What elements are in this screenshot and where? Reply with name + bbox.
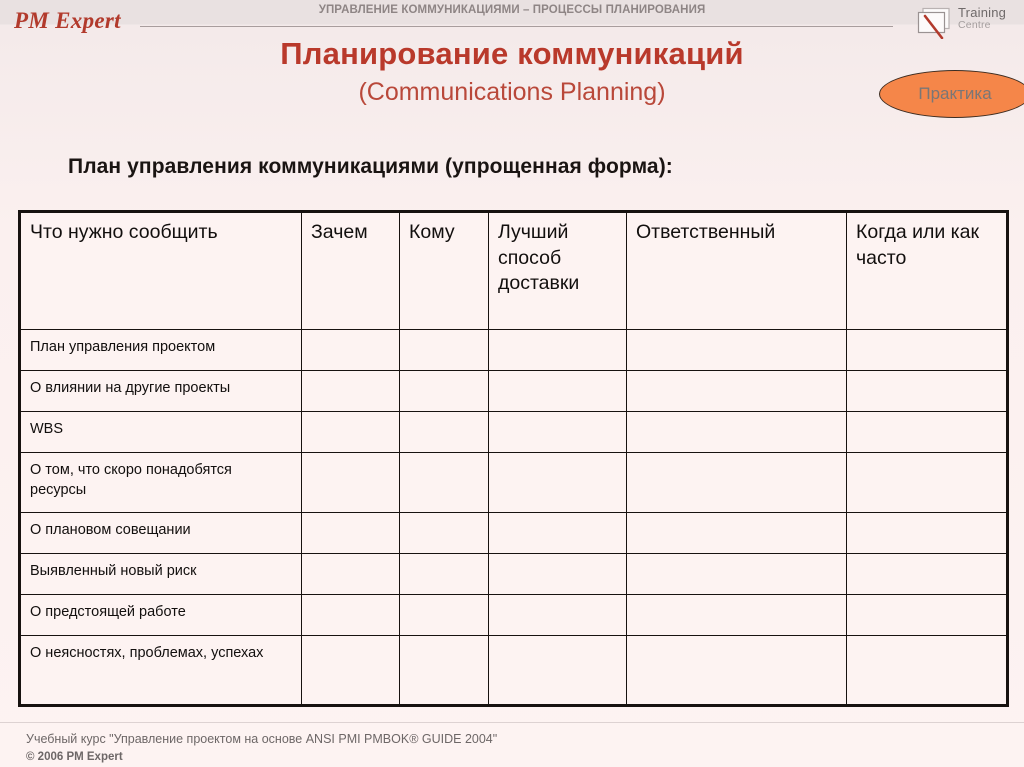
cell-whom[interactable] [399,329,489,371]
cell-when[interactable] [846,411,1008,453]
table-row: О предстоящей работе [19,594,1008,636]
slide-footer: Учебный курс "Управление проектом на осн… [26,730,497,766]
table-row: О том, что скоро понадобятся ресурсы [19,452,1008,513]
cell-whom[interactable] [399,553,489,595]
cell-method[interactable] [488,594,627,636]
cell-when[interactable] [846,512,1008,554]
communications-plan-table-wrapper: Что нужно сообщить Зачем Кому Лучший спо… [18,210,1009,707]
cell-whom[interactable] [399,512,489,554]
cell-method[interactable] [488,370,627,412]
cell-why[interactable] [301,452,400,513]
cell-method[interactable] [488,452,627,513]
cell-responsible[interactable] [626,452,847,513]
cell-whom[interactable] [399,370,489,412]
cell-method[interactable] [488,635,627,706]
cell-why[interactable] [301,553,400,595]
row-label: О плановом совещании [19,512,302,554]
cell-method[interactable] [488,512,627,554]
row-label: План управления проектом [19,329,302,371]
table-row: О плановом совещании [19,512,1008,554]
cell-why[interactable] [301,635,400,706]
logo-line-centre: Centre [958,18,991,31]
column-header-what: Что нужно сообщить [19,211,302,330]
cell-method[interactable] [488,553,627,595]
cell-method[interactable] [488,329,627,371]
table-row: Выявленный новый риск [19,553,1008,595]
pm-expert-logo: PM Expert [14,8,121,33]
footer-divider [0,722,1024,723]
cell-when[interactable] [846,452,1008,513]
table-row: О влиянии на другие проекты [19,370,1008,412]
row-label: Выявленный новый риск [19,553,302,595]
table-row: WBS [19,411,1008,453]
cell-why[interactable] [301,329,400,371]
cell-responsible[interactable] [626,594,847,636]
row-label: О предстоящей работе [19,594,302,636]
page-subtitle-en: (Communications Planning) [358,78,666,106]
flipchart-pen-icon [917,7,950,39]
cell-when[interactable] [846,553,1008,595]
row-label: О том, что скоро понадобятся ресурсы [19,452,302,513]
column-header-why: Зачем [301,211,400,330]
column-header-responsible: Ответственный [626,211,847,330]
table-header: Что нужно сообщить Зачем Кому Лучший спо… [19,211,1008,330]
cell-responsible[interactable] [626,512,847,554]
page-title: Планирование коммуникаций [280,36,744,71]
cell-whom[interactable] [399,635,489,706]
table-header-row: Что нужно сообщить Зачем Кому Лучший спо… [19,211,1008,330]
slide-kicker: УПРАВЛЕНИЕ КОММУНИКАЦИЯМИ – ПРОЦЕССЫ ПЛА… [318,4,706,16]
cell-whom[interactable] [399,452,489,513]
row-label: WBS [19,411,302,453]
cell-responsible[interactable] [626,370,847,412]
cell-when[interactable] [846,370,1008,412]
footer-course-title: Учебный курс "Управление проектом на осн… [26,732,498,746]
cell-whom[interactable] [399,411,489,453]
cell-why[interactable] [301,512,400,554]
practice-badge: Практика [879,70,1024,118]
cell-whom[interactable] [399,594,489,636]
header-divider [140,26,893,27]
cell-responsible[interactable] [626,553,847,595]
cell-responsible[interactable] [626,329,847,371]
cell-when[interactable] [846,594,1008,636]
row-label: О влиянии на другие проекты [19,370,302,412]
practice-badge-label: Практика [918,84,992,103]
footer-copyright: © 2006 PM Expert [26,750,123,763]
communications-plan-table: Что нужно сообщить Зачем Кому Лучший спо… [18,210,1009,707]
table-row: О неясностях, проблемах, успехах [19,635,1008,706]
cell-method[interactable] [488,411,627,453]
cell-when[interactable] [846,329,1008,371]
section-heading: План управления коммуникациями (упрощенн… [68,155,673,178]
table-body: План управления проектом О влиянии на др… [19,329,1008,706]
column-header-when: Когда или как часто [846,211,1008,330]
cell-when[interactable] [846,635,1008,706]
training-centre-text: Training Centre [958,6,1006,31]
row-label: О неясностях, проблемах, успехах [19,635,302,706]
column-header-whom: Кому [399,211,489,330]
column-header-method: Лучший способ доставки [488,211,627,330]
cell-why[interactable] [301,594,400,636]
cell-responsible[interactable] [626,635,847,706]
cell-why[interactable] [301,370,400,412]
slide-canvas: УПРАВЛЕНИЕ КОММУНИКАЦИЯМИ – ПРОЦЕССЫ ПЛА… [0,0,1024,767]
cell-why[interactable] [301,411,400,453]
cell-responsible[interactable] [626,411,847,453]
table-row: План управления проектом [19,329,1008,371]
logo-line-training: Training [958,5,1007,20]
